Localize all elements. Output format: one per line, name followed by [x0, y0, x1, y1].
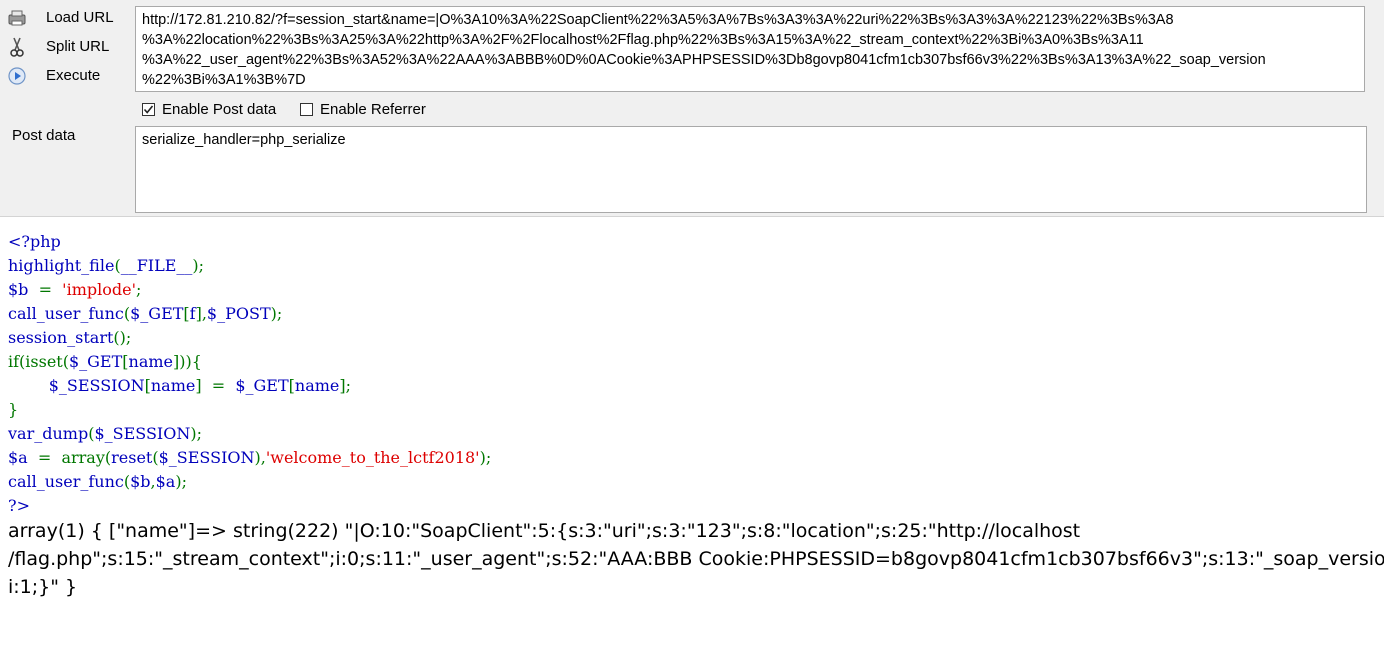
enable-referrer-checkbox[interactable]: Enable Referrer — [300, 101, 426, 118]
code-token: $_SESSION — [48, 376, 145, 395]
load-url-icon — [6, 7, 28, 29]
post-data-label: Post data — [12, 127, 76, 144]
enable-referrer-label: Enable Referrer — [320, 101, 426, 118]
code-token: $a — [8, 448, 38, 467]
url-line: http://172.81.210.82/?f=session_start&na… — [142, 12, 1174, 28]
code-token: = — [38, 280, 63, 299]
output-line: /flag.php";s:15:"_stream_context";i:0;s:… — [8, 548, 1384, 570]
code-token: (); — [113, 328, 132, 347]
code-token: highlight_file — [8, 256, 115, 275]
php-close-tag: ?> — [8, 496, 30, 515]
code-token: $a — [155, 472, 176, 491]
code-line: highlight_file(__FILE__); — [8, 254, 491, 278]
code-token: $_GET — [68, 352, 123, 371]
url-line: %22%3Bi%3A1%3B%7D — [142, 72, 306, 88]
code-token: ); — [192, 256, 205, 275]
code-line: call_user_func($_GET[f],$_POST); — [8, 302, 491, 326]
code-line: $a = array(reset($_SESSION),'welcome_to_… — [8, 446, 491, 470]
code-token: ])){ — [173, 352, 202, 371]
load-url-button[interactable]: Load URL — [6, 6, 114, 30]
code-line: } — [8, 398, 491, 422]
code-line: var_dump($_SESSION); — [8, 422, 491, 446]
enable-post-checkbox[interactable]: Enable Post data — [142, 101, 276, 118]
checkbox-checked-icon — [142, 103, 155, 116]
code-line: $b = 'implode'; — [8, 278, 491, 302]
code-token: ); — [175, 472, 187, 491]
code-token: ), — [254, 448, 266, 467]
split-url-button[interactable]: Split URL — [6, 35, 109, 59]
code-line: $_SESSION[name] = $_GET[name]; — [8, 374, 491, 398]
code-line: if(isset($_GET[name])){ — [8, 350, 491, 374]
split-url-label: Split URL — [46, 38, 110, 55]
code-token: name — [150, 376, 196, 395]
code-token: ], — [195, 304, 207, 323]
code-token: var_dump — [8, 424, 89, 443]
checkbox-unchecked-icon — [300, 103, 313, 116]
php-open-tag: <?php — [8, 232, 61, 251]
code-token: $b — [130, 472, 151, 491]
load-url-label: Load URL — [46, 9, 114, 26]
code-token: = — [211, 376, 236, 395]
output-line: array(1) { ["name"]=> string(222) "|O:10… — [8, 520, 1081, 542]
post-data-input[interactable]: serialize_handler=php_serialize — [135, 126, 1367, 213]
code-token: __FILE__ — [120, 256, 193, 275]
code-line: ?> — [8, 494, 491, 518]
code-token: $_GET — [130, 304, 184, 323]
code-token: reset — [111, 448, 153, 467]
php-source-code: <?php highlight_file(__FILE__); $b = 'impl… — [8, 230, 491, 518]
code-token: 'implode' — [62, 280, 136, 299]
code-token: $_POST — [206, 304, 271, 323]
hackbar-panel: Load URL Split URL Execute http://172.81… — [0, 0, 1384, 217]
code-token: call_user_func — [8, 472, 124, 491]
code-token: $_SESSION — [94, 424, 191, 443]
code-line: session_start(); — [8, 326, 491, 350]
code-token: $b — [8, 280, 39, 299]
code-token: ]; — [339, 376, 352, 395]
execute-button[interactable]: Execute — [6, 64, 100, 88]
output-line: i:1;}" } — [8, 576, 78, 598]
play-icon — [6, 65, 28, 87]
code-token: name — [128, 352, 174, 371]
code-token: ] — [195, 376, 212, 395]
url-line: %3A%22location%22%3Bs%3A25%3A%22http%3A%… — [142, 32, 1144, 48]
url-input[interactable]: http://172.81.210.82/?f=session_start&na… — [135, 6, 1365, 92]
code-token: session_start — [8, 328, 114, 347]
code-line: <?php — [8, 230, 491, 254]
code-token: = — [37, 448, 62, 467]
url-line: %3A%22_user_agent%22%3Bs%3A52%3A%22AAA%3… — [142, 52, 1266, 68]
code-token: $_SESSION — [158, 448, 255, 467]
code-token: ); — [479, 448, 492, 467]
code-line: call_user_func($b,$a); — [8, 470, 491, 494]
code-token: name — [294, 376, 340, 395]
code-token: if(isset( — [8, 352, 69, 371]
code-token: } — [8, 400, 19, 419]
code-token: ); — [190, 424, 202, 443]
execute-label: Execute — [46, 67, 101, 84]
code-token: ; — [135, 280, 142, 299]
var-dump-output: array(1) { ["name"]=> string(222) "|O:10… — [8, 517, 1384, 601]
enable-post-label: Enable Post data — [162, 101, 277, 118]
scissors-icon — [6, 36, 28, 58]
code-token: call_user_func — [8, 304, 124, 323]
code-token: array( — [61, 448, 112, 467]
code-token: ); — [270, 304, 283, 323]
code-token: 'welcome_to_the_lctf2018' — [265, 448, 480, 467]
code-token: $_GET — [235, 376, 289, 395]
